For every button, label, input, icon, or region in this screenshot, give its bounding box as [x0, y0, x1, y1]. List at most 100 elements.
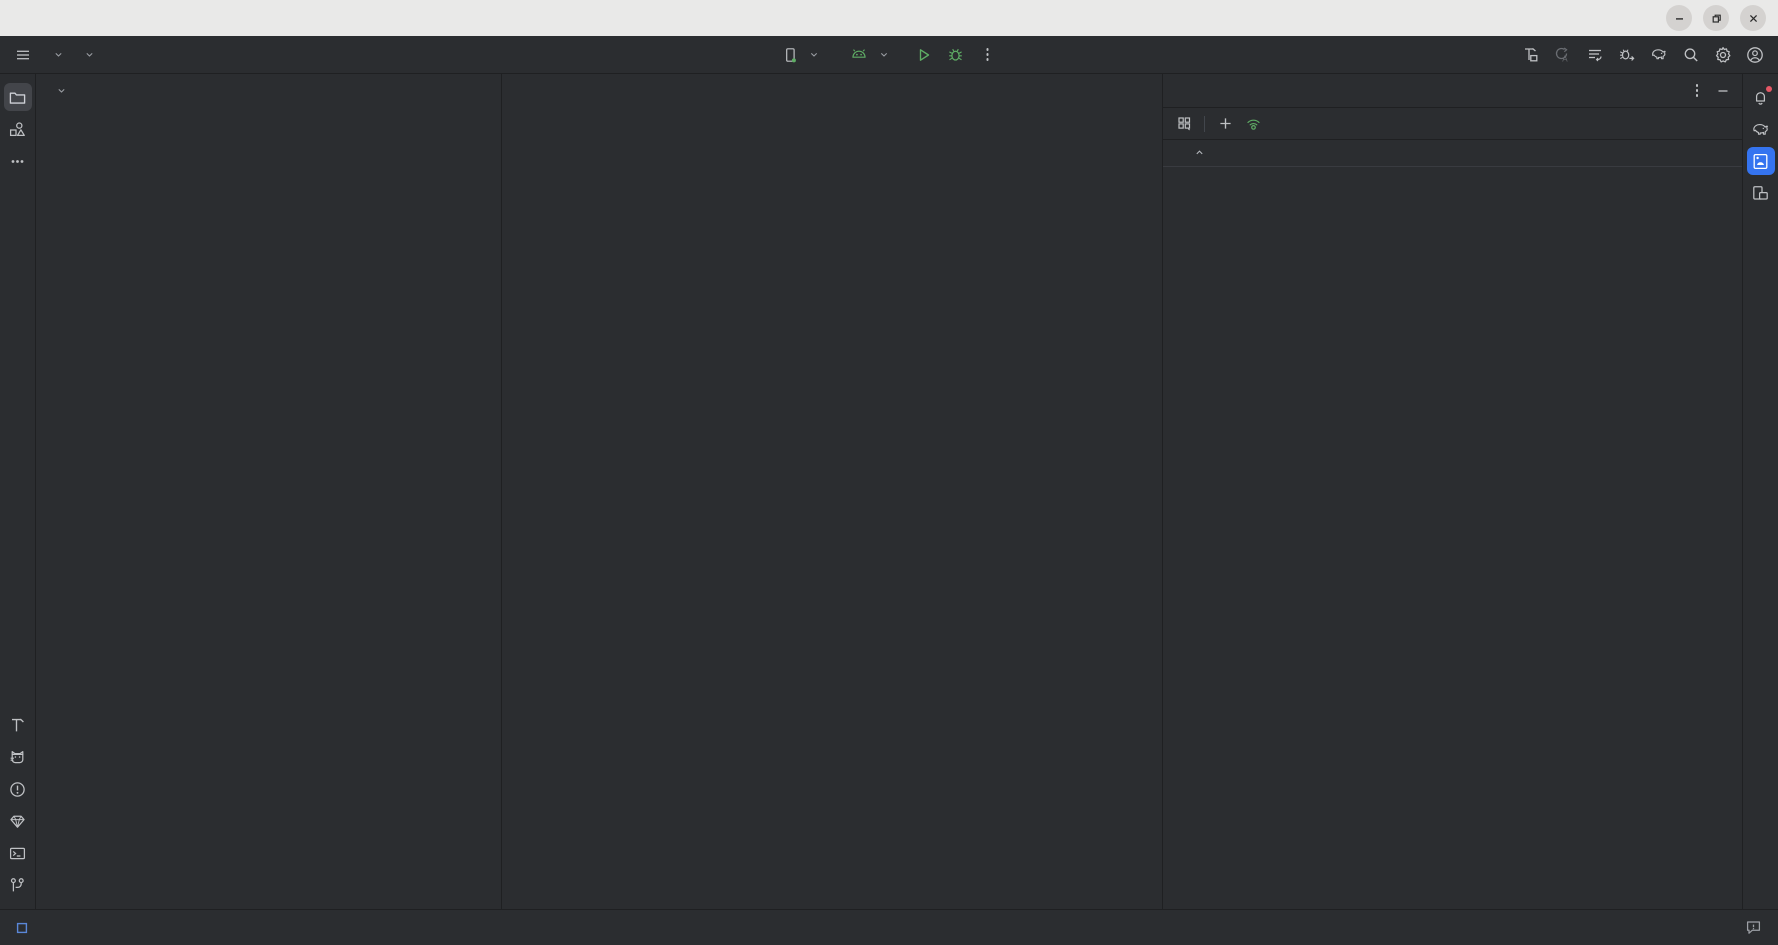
run-anything-button[interactable] [1580, 40, 1610, 70]
main-toolbar: A [0, 36, 1778, 74]
sidebar-item-build[interactable] [4, 711, 32, 739]
more-run-actions-button[interactable] [973, 40, 1003, 70]
project-folder-icon [8, 88, 27, 107]
maximize-icon [1710, 12, 1723, 25]
project-tool-window [36, 74, 502, 909]
hamburger-menu-icon [14, 46, 32, 64]
hide-tool-window-icon [1715, 83, 1731, 99]
version-control-icon [8, 876, 27, 895]
settings-button[interactable] [1708, 40, 1738, 70]
device-manager-toolbar [1163, 108, 1742, 140]
more-tool-windows-icon [8, 152, 27, 171]
attach-debugger-icon [1617, 45, 1637, 65]
search-button[interactable] [1676, 40, 1706, 70]
close-button[interactable] [1740, 5, 1766, 31]
sidebar-item-notifications[interactable] [1747, 83, 1775, 111]
account-button[interactable] [1740, 40, 1770, 70]
options-kebab-icon [1696, 84, 1699, 97]
window-title-bar [0, 0, 1778, 36]
group-devices-button[interactable] [1171, 111, 1197, 137]
toolbar-left-group [0, 40, 102, 70]
debug-bug-icon [947, 46, 965, 64]
sidebar-item-version-control[interactable] [4, 871, 32, 899]
project-tree[interactable] [36, 106, 501, 116]
terminal-icon [8, 844, 27, 863]
device-manager-header [1163, 74, 1742, 108]
sidebar-item-problems[interactable] [4, 775, 32, 803]
event-log-icon [1745, 919, 1762, 936]
kebab-icon [986, 48, 989, 61]
code-with-me-icon: A [1553, 45, 1573, 65]
device-selector-chip[interactable] [776, 42, 827, 68]
sidebar-item-running-devices[interactable] [1747, 179, 1775, 207]
code-with-me-button[interactable]: A [1548, 40, 1578, 70]
debug-button[interactable] [941, 40, 971, 70]
status-bar [0, 909, 1778, 945]
sort-ascending-icon [1195, 148, 1204, 157]
add-device-button[interactable] [1212, 111, 1238, 137]
gradle-sync-button[interactable] [1644, 40, 1674, 70]
toolbar-run-group [776, 40, 1003, 70]
project-selector-chip[interactable] [40, 42, 71, 68]
toolbar-right-group: A [1516, 40, 1778, 70]
status-bar-event-log[interactable] [1739, 916, 1768, 940]
toolbar-separator [1204, 116, 1205, 132]
gradle-elephant-icon [1751, 120, 1770, 139]
build-hammer-icon [8, 716, 27, 735]
sidebar-item-project[interactable] [4, 83, 32, 111]
sidebar-item-logcat[interactable] [4, 743, 32, 771]
resource-manager-icon [8, 120, 27, 139]
version-control-chip[interactable] [71, 42, 102, 68]
column-header-api[interactable] [1488, 140, 1551, 166]
main-menu-button[interactable] [6, 40, 40, 70]
minimize-button[interactable] [1666, 5, 1692, 31]
pair-wifi-device-button[interactable] [1240, 111, 1266, 137]
maximize-button[interactable] [1703, 5, 1729, 31]
physical-phone-icon [784, 47, 798, 63]
sidebar-item-more-tool-windows[interactable] [4, 147, 32, 175]
pair-wifi-device-icon [1245, 115, 1262, 132]
chevron-down-icon [85, 50, 94, 59]
close-icon [1747, 12, 1760, 25]
attach-debugger-button[interactable] [1612, 40, 1642, 70]
device-manager-hide-button[interactable] [1710, 78, 1736, 104]
make-project-button[interactable] [1516, 40, 1546, 70]
device-manager-options-button[interactable] [1684, 78, 1710, 104]
run-button[interactable] [909, 40, 939, 70]
problems-icon [8, 780, 27, 799]
svg-text:A: A [1562, 54, 1568, 63]
project-view-selector[interactable] [36, 74, 501, 106]
sidebar-item-gradle[interactable] [1747, 115, 1775, 143]
sidebar-item-terminal[interactable] [4, 839, 32, 867]
android-head-icon [851, 48, 868, 62]
column-header-name[interactable] [1163, 140, 1488, 166]
main-body [0, 74, 1778, 909]
sidebar-item-app-quality-insights[interactable] [4, 807, 32, 835]
gradle-elephant-icon [1649, 45, 1669, 65]
sidebar-item-device-manager[interactable] [1747, 147, 1775, 175]
account-avatar-icon [1745, 45, 1765, 65]
device-table [1163, 140, 1742, 167]
search-icon [1681, 45, 1701, 65]
run-configuration-chip[interactable] [843, 42, 897, 68]
project-square-icon [16, 922, 28, 934]
run-anything-icon [1585, 45, 1605, 65]
status-bar-project[interactable] [10, 916, 41, 940]
minimize-icon [1673, 12, 1686, 25]
chevron-down-icon [880, 50, 889, 59]
device-table-header [1163, 140, 1742, 166]
chevron-down-icon [54, 50, 63, 59]
editor-empty-area[interactable] [502, 74, 1162, 909]
make-project-icon [1521, 45, 1541, 65]
column-header-actions [1645, 140, 1742, 166]
run-play-icon [915, 46, 933, 64]
device-manager-tool-window [1162, 74, 1742, 909]
column-header-type[interactable] [1551, 140, 1645, 166]
group-devices-icon [1176, 115, 1193, 132]
chevron-down-icon [57, 86, 66, 95]
running-devices-icon [1751, 184, 1770, 203]
add-device-icon [1217, 115, 1234, 132]
sidebar-item-resource-manager[interactable] [4, 115, 32, 143]
left-tool-rail [0, 74, 36, 909]
device-manager-icon [1751, 152, 1770, 171]
